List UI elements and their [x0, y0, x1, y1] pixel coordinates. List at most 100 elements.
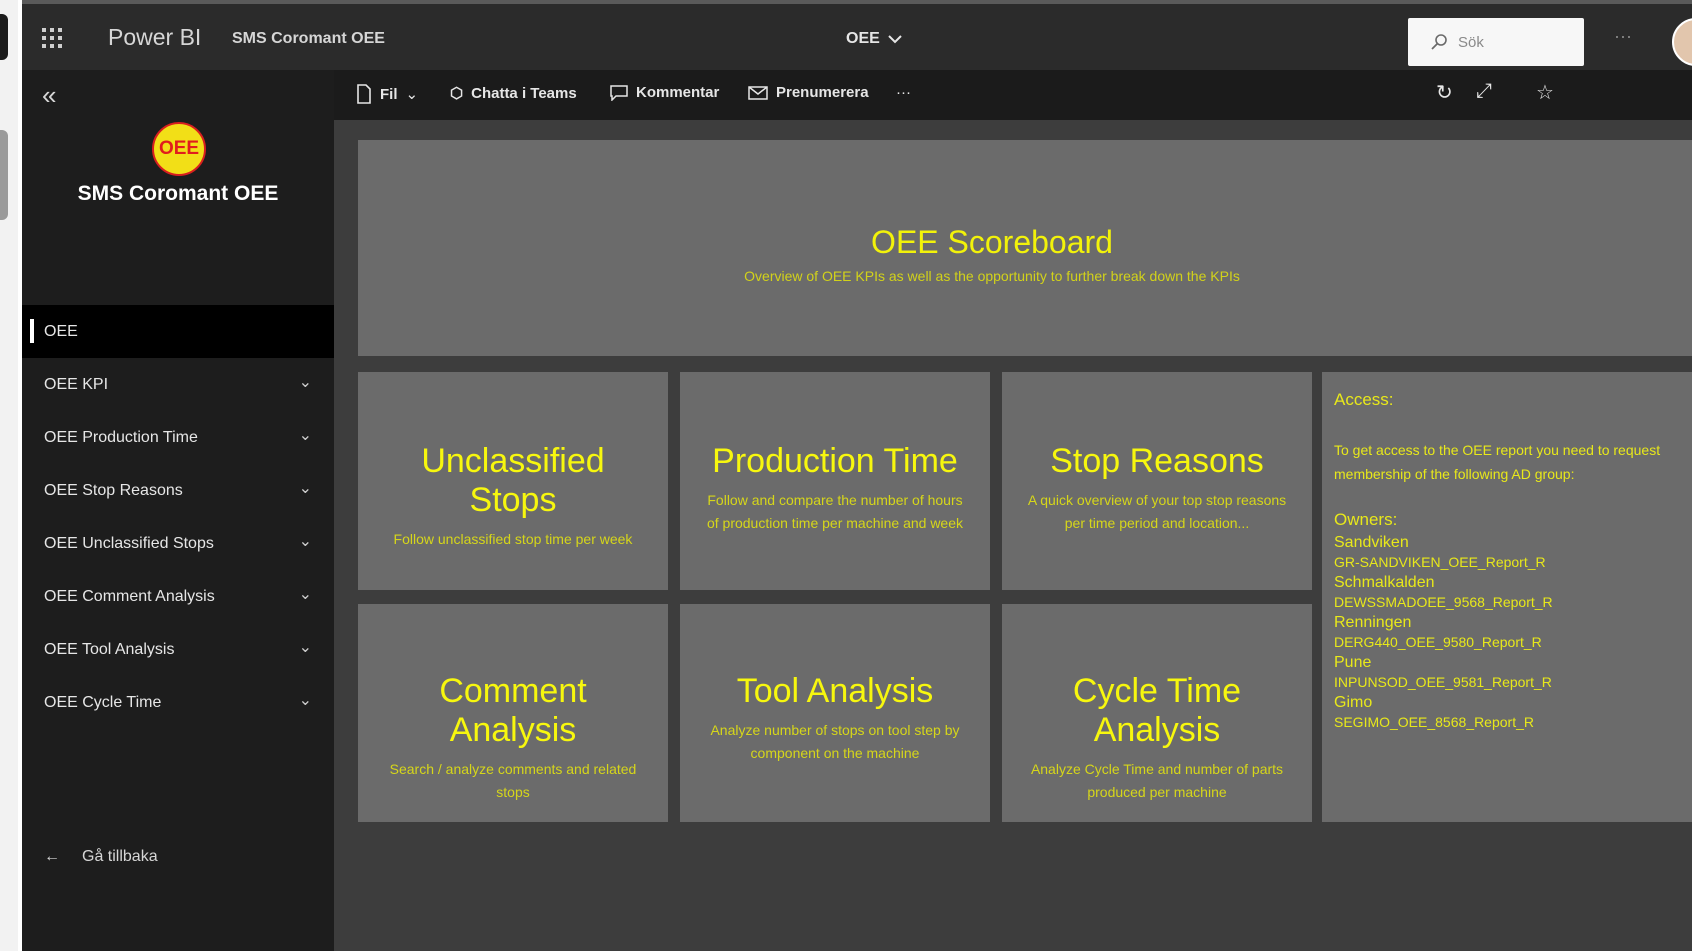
owner-site: Sandviken [1334, 534, 1409, 551]
tile-tool-analysis[interactable]: Tool Analysis Analyze number of stops on… [680, 604, 990, 822]
nav-item-label: OEE Tool Analysis [44, 640, 175, 658]
document-icon [357, 84, 371, 104]
search-box[interactable]: Sök [1408, 18, 1584, 66]
owner-entry: Sandviken GR-SANDVIKEN_OEE_Report_R [1334, 534, 1680, 570]
back-label: Gå tillbaka [82, 848, 158, 865]
owners-heading: Owners: [1334, 510, 1398, 529]
chat-in-teams-button[interactable]: ⬡ Chatta i Teams [450, 84, 577, 103]
tile-title: Tool Analysis [736, 672, 934, 710]
background-window-fragment [0, 130, 8, 220]
tile-title: Comment Analysis [439, 672, 587, 749]
chevron-down-icon [888, 35, 902, 44]
scoreboard-title: OEE Scoreboard [871, 224, 1113, 260]
chevron-down-icon[interactable]: ⌄ [299, 425, 312, 445]
chevron-down-icon[interactable]: ⌄ [299, 637, 312, 657]
tile-description: A quick overview of your top stop reason… [1027, 492, 1287, 531]
tile-stop-reasons[interactable]: Stop Reasons A quick overview of your to… [1002, 372, 1312, 590]
tile-description: Analyze number of stops on tool step by … [710, 722, 960, 761]
background-window-fragment [0, 14, 8, 60]
subscribe-label: Prenumerera [776, 84, 869, 101]
nav-item-label: OEE Unclassified Stops [44, 534, 214, 552]
nav-item-oee-comment-analysis[interactable]: OEE Comment Analysis ⌄ [22, 570, 334, 623]
page-selector[interactable]: OEE [846, 30, 902, 48]
background-window-edge [0, 0, 18, 951]
top-bar: Power BI SMS Coromant OEE OEE Sök ··· [22, 0, 1692, 70]
file-menu-button[interactable]: Fil ⌄ [356, 84, 418, 104]
nav-item-label: OEE Cycle Time [44, 693, 162, 711]
comment-button[interactable]: Kommentar [610, 84, 719, 101]
access-info-panel: Access: To get access to the OEE report … [1322, 372, 1692, 822]
tile-title: Unclassified Stops [421, 442, 605, 519]
nav-item-oee-cycle-time[interactable]: OEE Cycle Time ⌄ [22, 676, 334, 729]
search-icon [1431, 34, 1447, 50]
owner-ad-group: DEWSSMADOEE_9568_Report_R [1334, 594, 1553, 610]
owner-site: Renningen [1334, 614, 1412, 631]
app-title: SMS Coromant OEE [77, 182, 279, 205]
tile-production-time[interactable]: Production Time Follow and compare the n… [680, 372, 990, 590]
nav-item-oee-production-time[interactable]: OEE Production Time ⌄ [22, 411, 334, 464]
owner-ad-group: INPUNSOD_OEE_9581_Report_R [1334, 674, 1552, 690]
tile-comment-analysis[interactable]: Comment Analysis Search / analyze commen… [358, 604, 668, 822]
chevron-down-icon[interactable]: ⌄ [299, 372, 312, 392]
owner-site: Pune [1334, 654, 1372, 671]
subscribe-button[interactable]: Prenumerera [748, 84, 869, 101]
nav-item-label: OEE KPI [44, 375, 109, 393]
file-label: Fil [380, 85, 398, 103]
collapse-nav-icon[interactable]: « [42, 80, 56, 111]
refresh-icon[interactable]: ↻ [1436, 80, 1453, 105]
tile-description: Follow unclassified stop time per week [393, 531, 633, 547]
nav-item-oee[interactable]: OEE [22, 305, 334, 358]
scoreboard-header: OEE Scoreboard Overview of OEE KPIs as w… [358, 140, 1692, 356]
chat-label: Chatta i Teams [471, 84, 577, 102]
user-avatar[interactable] [1672, 18, 1692, 66]
tile-unclassified-stops[interactable]: Unclassified Stops Follow unclassified s… [358, 372, 668, 590]
arrow-left-icon: ← [44, 848, 60, 865]
comment-icon [610, 84, 628, 101]
nav-list: OEE OEE KPI ⌄ OEE Production Time ⌄ OEE … [22, 305, 334, 729]
nav-item-label: OEE [44, 322, 78, 340]
owner-entry: Pune INPUNSOD_OEE_9581_Report_R [1334, 654, 1680, 690]
search-placeholder: Sök [1458, 33, 1484, 51]
owner-ad-group: SEGIMO_OEE_8568_Report_R [1334, 714, 1534, 730]
app-navigation-pane: « OEE SMS Coromant OEE OEE OEE KPI ⌄ OEE… [22, 70, 334, 951]
more-options-icon[interactable]: ··· [1614, 26, 1632, 47]
tile-description: Search / analyze comments and related st… [389, 761, 637, 800]
tile-title: Stop Reasons [1050, 442, 1264, 480]
chevron-down-icon[interactable]: ⌄ [299, 690, 312, 710]
nav-item-label: OEE Production Time [44, 428, 198, 446]
nav-item-oee-kpi[interactable]: OEE KPI ⌄ [22, 358, 334, 411]
nav-item-oee-stop-reasons[interactable]: OEE Stop Reasons ⌄ [22, 464, 334, 517]
owner-ad-group: GR-SANDVIKEN_OEE_Report_R [1334, 554, 1546, 570]
tile-title: Cycle Time Analysis [1072, 672, 1242, 749]
tile-cycle-time-analysis[interactable]: Cycle Time Analysis Analyze Cycle Time a… [1002, 604, 1312, 822]
owner-site: Schmalkalden [1334, 574, 1435, 591]
access-heading: Access: [1334, 390, 1394, 409]
nav-item-oee-tool-analysis[interactable]: OEE Tool Analysis ⌄ [22, 623, 334, 676]
teams-icon: ⬡ [450, 85, 464, 102]
nav-item-label: OEE Stop Reasons [44, 481, 183, 499]
scoreboard-subtitle: Overview of OEE KPIs as well as the oppo… [744, 268, 1240, 284]
chevron-down-icon[interactable]: ⌄ [299, 531, 312, 551]
chevron-down-icon: ⌄ [405, 86, 419, 103]
more-actions-icon[interactable]: ··· [896, 84, 911, 101]
tile-description: Analyze Cycle Time and number of parts p… [1030, 761, 1284, 800]
app-launcher-icon[interactable] [42, 28, 62, 48]
app-logo: OEE [152, 122, 206, 176]
star-favorite-icon[interactable]: ☆ [1536, 80, 1554, 105]
brand-label[interactable]: Power BI [108, 24, 201, 51]
nav-item-oee-unclassified-stops[interactable]: OEE Unclassified Stops ⌄ [22, 517, 334, 570]
nav-item-label: OEE Comment Analysis [44, 587, 215, 605]
owner-entry: Gimo SEGIMO_OEE_8568_Report_R [1334, 694, 1680, 730]
chevron-down-icon[interactable]: ⌄ [299, 584, 312, 604]
powerbi-window: Power BI SMS Coromant OEE OEE Sök ··· « … [22, 0, 1692, 951]
fullscreen-icon[interactable]: ⤢ [1476, 80, 1492, 103]
chevron-down-icon[interactable]: ⌄ [299, 478, 312, 498]
tile-title: Production Time [712, 442, 958, 480]
mail-icon [748, 85, 768, 100]
owner-entry: Renningen DERG440_OEE_9580_Report_R [1334, 614, 1680, 650]
comment-label: Kommentar [636, 84, 720, 101]
back-button[interactable]: ← Gå tillbaka [44, 848, 158, 866]
action-bar: Fil ⌄ ⬡ Chatta i Teams Kommentar Prenume… [334, 70, 1692, 120]
report-canvas: OEE Scoreboard Overview of OEE KPIs as w… [334, 120, 1692, 951]
report-name: SMS Coromant OEE [232, 30, 385, 47]
